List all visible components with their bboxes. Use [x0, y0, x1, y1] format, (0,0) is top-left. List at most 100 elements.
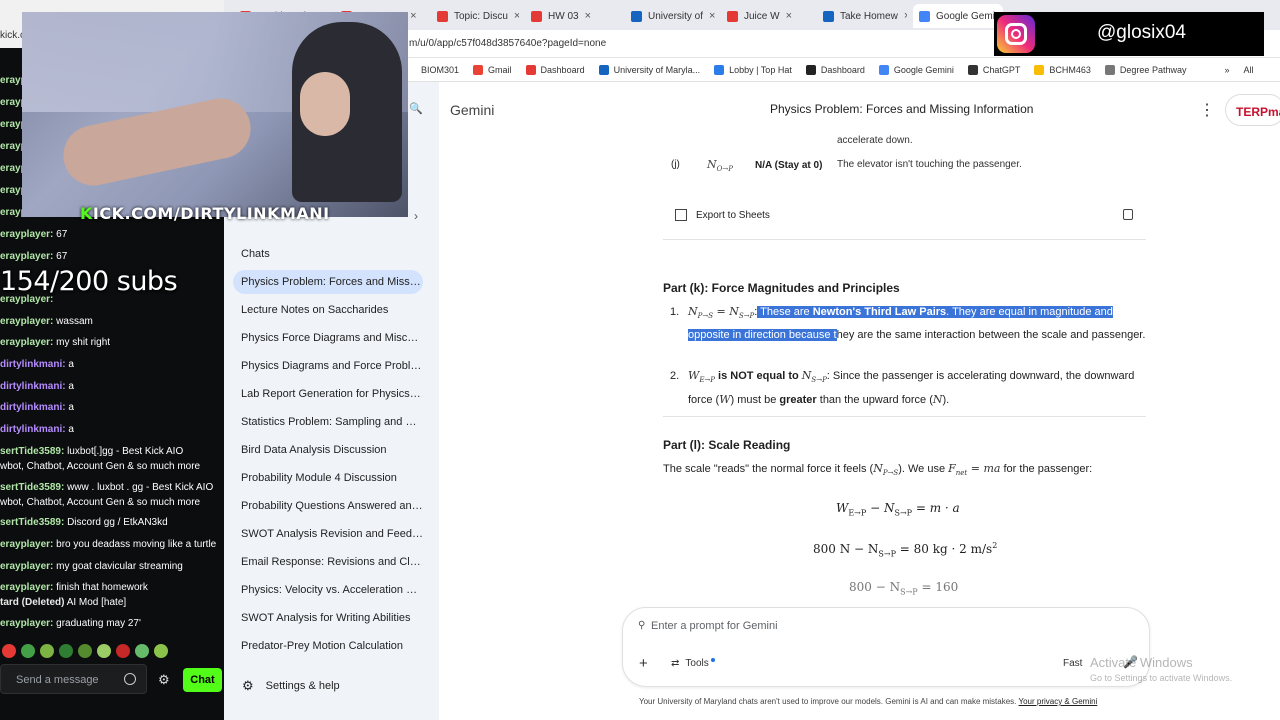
- chat-message: dirtylinkmani: a: [0, 402, 74, 413]
- terp-logo[interactable]: TERPma: [1225, 94, 1280, 126]
- sidebar-chat-item[interactable]: Email Response: Revisions and Class ...: [233, 550, 423, 574]
- bookmark-item[interactable]: Degree Pathway: [1104, 64, 1186, 75]
- all-bookmarks-button[interactable]: All: [1243, 65, 1253, 75]
- emote-icon[interactable]: [21, 644, 35, 658]
- prompt-input[interactable]: [651, 620, 1051, 632]
- browser-tab[interactable]: HW 03 ×: [525, 4, 619, 28]
- chat-message: erayplayer: wassam: [0, 316, 93, 327]
- chat-message: dirtylinkmani: a: [0, 381, 74, 392]
- bookmark-item[interactable]: Gmail: [473, 64, 512, 75]
- sidebar-chat-item[interactable]: Probability Module 4 Discussion: [233, 466, 423, 490]
- equation-1: WE→P − NS→P = m · a: [836, 501, 960, 518]
- tab-favicon-icon: [531, 10, 542, 22]
- browser-tab[interactable]: Take Homew ×: [817, 4, 907, 28]
- address-text[interactable]: m/u/0/app/c57f048d3857640e?pageId=none: [409, 38, 606, 49]
- bookmark-item[interactable]: BIOM301: [421, 65, 459, 75]
- tab-label: University of: [648, 10, 704, 22]
- conversation-title[interactable]: Physics Problem: Forces and Missing Info…: [770, 102, 1033, 116]
- settings-help-button[interactable]: ⚙ Settings & help: [242, 678, 340, 694]
- bookmark-item[interactable]: Google Gemini: [878, 64, 954, 75]
- bookmark-item[interactable]: Dashboard: [525, 64, 585, 75]
- gear-icon[interactable]: ⚙: [158, 672, 170, 688]
- chevron-right-icon[interactable]: ›: [414, 209, 418, 223]
- browser-tab[interactable]: Google Gemi×: [913, 4, 1003, 28]
- chat-message: erayplayer: my shit right: [0, 337, 111, 348]
- emote-icon[interactable]: [116, 644, 130, 658]
- close-tab-icon[interactable]: ×: [585, 10, 591, 22]
- subscriber-goal: 154/200 subs: [0, 266, 178, 297]
- search-icon[interactable]: 🔍: [409, 102, 423, 115]
- list-number: 1.: [670, 306, 680, 318]
- browser-tab[interactable]: University of ×: [625, 4, 715, 28]
- bookmark-item[interactable]: University of Maryla...: [598, 64, 700, 75]
- gemini-brand[interactable]: Gemini: [450, 102, 494, 118]
- sidebar-chat-item[interactable]: SWOT Analysis Revision and Feedback: [233, 522, 423, 546]
- emote-icon[interactable]: [97, 644, 111, 658]
- privacy-link[interactable]: Your privacy & Gemini: [1018, 697, 1097, 706]
- row-value: N/A (Stay at 0): [755, 160, 823, 171]
- sidebar-chat-item[interactable]: Bird Data Analysis Discussion: [233, 438, 423, 462]
- sidebar-chat-item[interactable]: Probability Questions Answered and ...: [233, 494, 423, 518]
- close-tab-icon[interactable]: ×: [786, 10, 792, 22]
- chat-message: wbot, Chatbot, Account Gen & so much mor…: [0, 497, 201, 508]
- bookmark-item[interactable]: Lobby | Top Hat: [714, 64, 792, 75]
- activate-windows-watermark: Activate Windows: [1090, 655, 1193, 670]
- emote-icon[interactable]: [154, 644, 168, 658]
- browser-tab[interactable]: Juice W ×: [721, 4, 811, 28]
- sidebar-chat-item[interactable]: Predator-Prey Motion Calculation: [233, 634, 423, 658]
- sidebar-chat-item[interactable]: Physics Diagrams and Force Problems: [233, 354, 423, 378]
- emote-icon[interactable]: [135, 644, 149, 658]
- chat-send-button[interactable]: Chat: [183, 668, 222, 692]
- sidebar-chat-item[interactable]: Physics Force Diagrams and Misconc...: [233, 326, 423, 350]
- chat-message: erayplayer: 67: [0, 251, 68, 262]
- chat-message: sertTide3589: www . luxbot . gg - Best K…: [0, 482, 214, 493]
- chat-message: erayplayer: graduating may 27': [0, 618, 141, 629]
- copy-icon[interactable]: [1123, 209, 1133, 220]
- close-tab-icon[interactable]: ×: [709, 10, 715, 22]
- sidebar-chat-item[interactable]: Lecture Notes on Saccharides: [233, 298, 423, 322]
- export-to-sheets-button[interactable]: Export to Sheets: [675, 209, 770, 221]
- chat-message: erayplayer: my goat clavicular streaming: [0, 561, 183, 572]
- bookmarks-overflow-button[interactable]: »: [1224, 65, 1229, 75]
- bookmark-item[interactable]: Dashboard: [805, 64, 865, 75]
- chat-message: dirtylinkmani: a: [0, 424, 74, 435]
- bookmark-favicon-icon: [598, 64, 609, 75]
- chat-message: tard (Deleted) AI Mod [hate]: [0, 597, 127, 608]
- webcam-feed: [22, 12, 408, 217]
- tools-button[interactable]: ⇄ Tools: [671, 657, 715, 669]
- chat-message-input[interactable]: Send a message: [0, 664, 147, 694]
- emote-icon[interactable]: [2, 644, 16, 658]
- sidebar-chat-item[interactable]: Physics Problem: Forces and Missing ...: [233, 270, 423, 294]
- divider: [663, 239, 1146, 240]
- more-options-icon[interactable]: ⋮: [1199, 100, 1215, 120]
- table-icon: [675, 209, 687, 221]
- equation-2: 800 N − NS→P = 80 kg · 2 m/s2: [813, 541, 998, 559]
- pin-icon: ⚲: [638, 620, 646, 631]
- gear-icon: ⚙: [242, 678, 254, 693]
- emote-icon[interactable]: [78, 644, 92, 658]
- emoji-icon[interactable]: [124, 673, 136, 685]
- tab-favicon-icon: [823, 10, 834, 22]
- tab-label: Topic: Discu: [454, 10, 508, 22]
- bookmark-favicon-icon: [805, 64, 816, 75]
- activate-windows-subtext: Go to Settings to activate Windows.: [1090, 673, 1233, 683]
- browser-tab[interactable]: Topic: Discu ×: [431, 4, 519, 28]
- bookmark-item[interactable]: ChatGPT: [967, 64, 1020, 75]
- part-k-item-1: NP→S = NS→P: These are Newton's Third La…: [688, 305, 1146, 342]
- sidebar-chat-item[interactable]: Lab Report Generation for Physics 131: [233, 382, 423, 406]
- mode-selector[interactable]: Fast: [1063, 658, 1082, 669]
- bookmark-item[interactable]: BCHM463: [1034, 64, 1091, 75]
- emote-icon[interactable]: [59, 644, 73, 658]
- chat-message: dirtylinkmani: a: [0, 359, 74, 370]
- close-tab-icon[interactable]: ×: [410, 10, 416, 22]
- sidebar-chat-item[interactable]: Statistics Problem: Sampling and Dat...: [233, 410, 423, 434]
- row-note: The elevator isn't touching the passenge…: [837, 159, 1022, 170]
- emote-bar[interactable]: [2, 644, 173, 658]
- close-tab-icon[interactable]: ×: [514, 10, 519, 22]
- add-attachment-button[interactable]: +: [639, 655, 648, 672]
- bookmark-favicon-icon: [473, 64, 484, 75]
- emote-icon[interactable]: [40, 644, 54, 658]
- close-tab-icon[interactable]: ×: [904, 10, 907, 22]
- sidebar-chat-item[interactable]: Physics: Velocity vs. Acceleration at P.…: [233, 578, 423, 602]
- sidebar-chat-item[interactable]: SWOT Analysis for Writing Abilities: [233, 606, 423, 630]
